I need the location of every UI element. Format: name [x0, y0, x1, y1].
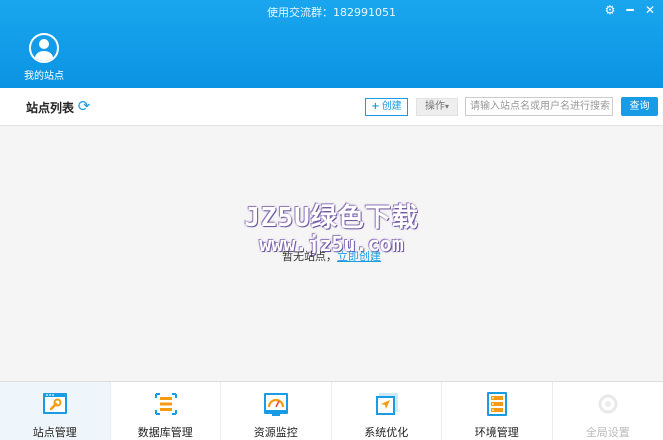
site-list-title: 站点列表 — [26, 101, 75, 115]
chevron-down-icon: ▾ — [444, 102, 449, 111]
tab-resource-monitor[interactable]: 资源监控 — [221, 382, 332, 440]
settings-icon — [598, 394, 617, 414]
tab-system-optimization[interactable]: 系统优化 — [332, 382, 442, 440]
search-button[interactable]: 查询 — [621, 97, 658, 116]
minimize-icon[interactable]: ━ — [623, 3, 637, 17]
tab-global-settings[interactable]: 全局设置 — [553, 382, 663, 440]
tab-database-management[interactable]: 数据库管理 — [111, 382, 221, 440]
server-rack-icon — [487, 392, 507, 416]
create-label: 创建 — [381, 101, 402, 112]
plus-icon: + — [371, 101, 380, 112]
user-avatar-icon — [29, 33, 59, 63]
tab-label: 资源监控 — [253, 426, 298, 439]
my-site-button[interactable]: 我的站点 — [22, 33, 66, 82]
watermark-line1: JZ5U绿色下载 — [244, 203, 419, 233]
search-input[interactable] — [465, 97, 613, 116]
gauge-monitor-icon — [264, 393, 288, 416]
create-button[interactable]: + 创建 — [365, 98, 408, 116]
create-now-link[interactable]: 立即创建 — [337, 250, 381, 263]
operations-label: 操作 — [424, 101, 445, 112]
tab-site-management[interactable]: 站点管理 — [0, 382, 111, 440]
empty-state: 暂无站点，立即创建 — [0, 248, 663, 264]
wrench-monitor-icon — [43, 393, 67, 414]
operations-dropdown[interactable]: 操作▾ — [416, 98, 458, 116]
tab-label: 数据库管理 — [137, 426, 193, 439]
window-controls: ⚙ ━ ✕ — [603, 3, 657, 17]
empty-text: 暂无站点， — [282, 250, 337, 263]
tab-label: 全局设置 — [585, 426, 630, 439]
my-site-label: 我的站点 — [24, 71, 64, 82]
tab-label: 站点管理 — [32, 426, 77, 439]
refresh-icon[interactable]: ⟳ — [76, 98, 92, 114]
close-icon[interactable]: ✕ — [643, 3, 657, 17]
site-list-area: JZ5U绿色下载 www.jz5u.com 暂无站点，立即创建 — [0, 127, 663, 381]
settings-icon[interactable]: ⚙ — [603, 3, 617, 17]
arrow-cursor-icon — [375, 393, 398, 415]
tab-label: 环境管理 — [474, 426, 519, 439]
tab-label: 系统优化 — [364, 426, 409, 439]
database-icon — [154, 393, 177, 415]
site-list-toolbar: 站点列表 ⟳ +创建 操作▾ 查询 — [0, 88, 663, 126]
header-bar: 使用交流群：182991051 ⚙ ━ ✕ 我的站点 — [0, 0, 663, 88]
tab-environment-management[interactable]: 环境管理 — [442, 382, 553, 440]
bottom-nav: 站点管理 数据库管理 资源监控 系统优化 环境管理 全局设置 — [0, 381, 663, 440]
qq-group-text: 使用交流群：182991051 — [267, 6, 396, 19]
